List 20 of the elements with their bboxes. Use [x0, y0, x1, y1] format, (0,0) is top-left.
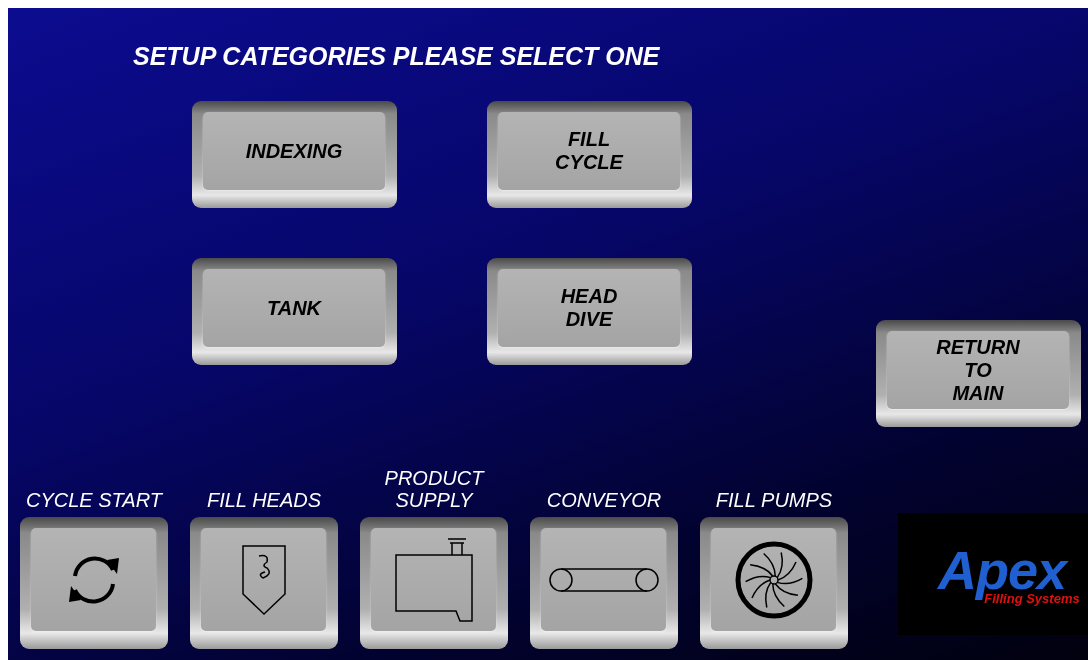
- nozzle-icon: [240, 543, 287, 616]
- conveyor-icon: [547, 566, 660, 593]
- toolbar-button[interactable]: [20, 517, 168, 649]
- category-button[interactable]: HEAD DIVE: [487, 258, 692, 365]
- category-button[interactable]: INDEXING: [192, 101, 397, 208]
- category-button[interactable]: FILL CYCLE: [487, 101, 692, 208]
- toolbar-label: FILL PUMPS: [715, 488, 833, 513]
- category-button[interactable]: TANK: [192, 258, 397, 365]
- toolbar-button[interactable]: [190, 517, 338, 649]
- toolbar-label: CONVEYOR: [546, 488, 662, 513]
- toolbar-button[interactable]: [530, 517, 678, 649]
- screen-title: SETUP CATEGORIES PLEASE SELECT ONE: [133, 42, 660, 71]
- toolbar-label: CYCLE START: [26, 488, 162, 513]
- toolbar-label: FILL HEADS: [206, 488, 322, 513]
- return-to-main-button[interactable]: RETURN TO MAIN: [876, 320, 1081, 427]
- toolbar-button[interactable]: [360, 517, 508, 649]
- tank-icon: [393, 536, 474, 623]
- toolbar-button[interactable]: [700, 517, 848, 649]
- impeller-icon: [733, 539, 814, 620]
- toolbar-label: PRODUCT SUPPLY: [384, 467, 484, 513]
